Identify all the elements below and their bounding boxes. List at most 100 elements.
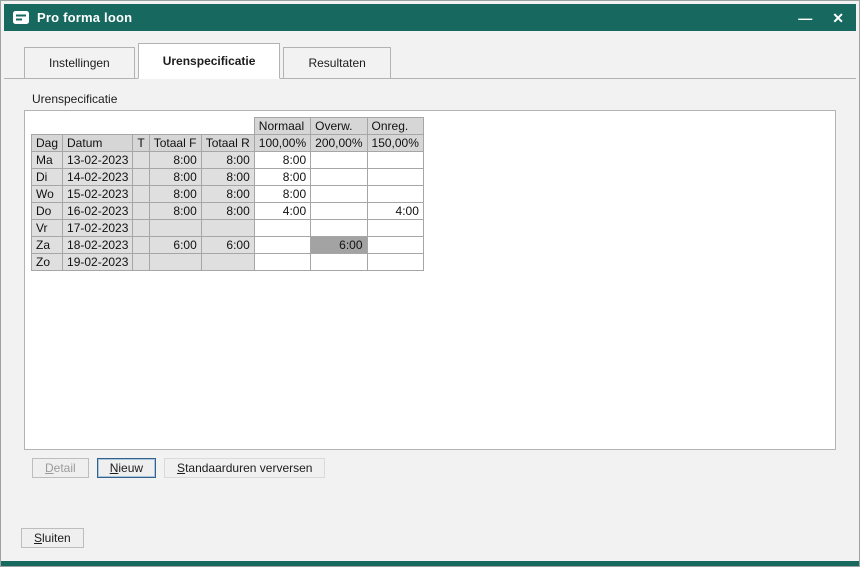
cell-totaal-r — [201, 220, 254, 237]
urenspecificatie-groupbox: Normaal Overw. Onreg. Dag Datum T Totaal… — [24, 110, 836, 450]
cell-dag: Za — [32, 237, 63, 254]
cell-totaal-r: 8:00 — [201, 152, 254, 169]
dialog-body: Instellingen Urenspecificatie Resultaten… — [1, 31, 859, 561]
cell-dag: Ma — [32, 152, 63, 169]
cell-onreg[interactable] — [367, 254, 423, 271]
window-title: Pro forma loon — [37, 10, 132, 25]
standaarduren-verversen-button[interactable]: Standaarduren verversen — [164, 458, 325, 478]
column-header-totaal-f: Totaal F — [149, 135, 201, 152]
cell-normaal[interactable]: 8:00 — [254, 186, 310, 203]
cell-overw[interactable] — [311, 169, 367, 186]
dialog-footer: Sluiten — [4, 528, 856, 561]
cell-t — [133, 203, 149, 220]
window-bottom-border — [1, 561, 859, 566]
cell-totaal-r: 8:00 — [201, 203, 254, 220]
cell-totaal-f: 6:00 — [149, 237, 201, 254]
cell-normaal[interactable] — [254, 237, 310, 254]
cell-totaal-f — [149, 254, 201, 271]
cell-totaal-f: 8:00 — [149, 186, 201, 203]
cell-dag: Do — [32, 203, 63, 220]
cell-totaal-f — [149, 220, 201, 237]
pro-forma-loon-window: Pro forma loon — ✕ Instellingen Urenspec… — [0, 0, 860, 567]
cell-dag: Zo — [32, 254, 63, 271]
table-row[interactable]: Vr 17-02-2023 — [32, 220, 424, 237]
tab-instellingen[interactable]: Instellingen — [24, 47, 135, 78]
cell-overw[interactable] — [311, 152, 367, 169]
cell-normaal[interactable]: 4:00 — [254, 203, 310, 220]
cell-onreg[interactable] — [367, 169, 423, 186]
cell-overw[interactable] — [311, 186, 367, 203]
cell-totaal-r: 8:00 — [201, 169, 254, 186]
cell-totaal-f: 8:00 — [149, 152, 201, 169]
cell-datum: 15-02-2023 — [63, 186, 133, 203]
table-row[interactable]: Zo 19-02-2023 — [32, 254, 424, 271]
column-header-datum: Datum — [63, 135, 133, 152]
detail-button[interactable]: Detail — [32, 458, 89, 478]
column-header-totaal-r: Totaal R — [201, 135, 254, 152]
cell-totaal-r: 8:00 — [201, 186, 254, 203]
cell-overw[interactable] — [311, 220, 367, 237]
table-row[interactable]: Ma 13-02-2023 8:00 8:00 8:00 — [32, 152, 424, 169]
cell-normaal[interactable]: 8:00 — [254, 169, 310, 186]
table-row[interactable]: Za 18-02-2023 6:00 6:00 6:00 — [32, 237, 424, 254]
table-row[interactable]: Do 16-02-2023 8:00 8:00 4:00 4:00 — [32, 203, 424, 220]
cell-t — [133, 254, 149, 271]
close-button[interactable]: ✕ — [832, 11, 844, 25]
cell-normaal[interactable] — [254, 220, 310, 237]
cell-t — [133, 237, 149, 254]
header-row: Dag Datum T Totaal F Totaal R 100,00% 20… — [32, 135, 424, 152]
column-header-200pct: 200,00% — [311, 135, 367, 152]
sluiten-button[interactable]: Sluiten — [21, 528, 84, 548]
cell-t — [133, 186, 149, 203]
cell-datum: 19-02-2023 — [63, 254, 133, 271]
cell-overw[interactable] — [311, 254, 367, 271]
table-row[interactable]: Wo 15-02-2023 8:00 8:00 8:00 — [32, 186, 424, 203]
cell-onreg[interactable]: 4:00 — [367, 203, 423, 220]
cell-totaal-r: 6:00 — [201, 237, 254, 254]
cell-totaal-r — [201, 254, 254, 271]
cell-normaal[interactable]: 8:00 — [254, 152, 310, 169]
cell-overw[interactable] — [311, 203, 367, 220]
column-group-overw: Overw. — [311, 118, 367, 135]
cell-onreg[interactable] — [367, 237, 423, 254]
table-row[interactable]: Di 14-02-2023 8:00 8:00 8:00 — [32, 169, 424, 186]
cell-datum: 17-02-2023 — [63, 220, 133, 237]
standaarduren-button-label: Standaarduren verversen — [177, 461, 312, 475]
tab-urenspecificatie[interactable]: Urenspecificatie — [138, 43, 281, 79]
table-button-row: Detail Nieuw Standaarduren verversen — [32, 458, 856, 478]
nieuw-button-label: Nieuw — [110, 461, 143, 475]
cell-t — [133, 220, 149, 237]
cell-datum: 16-02-2023 — [63, 203, 133, 220]
cell-onreg[interactable] — [367, 220, 423, 237]
column-header-t: T — [133, 135, 149, 152]
cell-datum: 14-02-2023 — [63, 169, 133, 186]
window-controls: — ✕ — [798, 11, 844, 25]
column-header-150pct: 150,00% — [367, 135, 423, 152]
cell-t — [133, 169, 149, 186]
column-group-normaal: Normaal — [254, 118, 310, 135]
cell-datum: 18-02-2023 — [63, 237, 133, 254]
cell-overw-selected[interactable]: 6:00 — [311, 237, 367, 254]
nieuw-button[interactable]: Nieuw — [97, 458, 156, 478]
minimize-button[interactable]: — — [798, 11, 812, 25]
group-header-row: Normaal Overw. Onreg. — [32, 118, 424, 135]
sluiten-button-label: Sluiten — [34, 531, 71, 545]
cell-onreg[interactable] — [367, 186, 423, 203]
tab-resultaten[interactable]: Resultaten — [283, 47, 390, 78]
cell-datum: 13-02-2023 — [63, 152, 133, 169]
cell-onreg[interactable] — [367, 152, 423, 169]
cell-dag: Vr — [32, 220, 63, 237]
column-header-100pct: 100,00% — [254, 135, 310, 152]
cell-t — [133, 152, 149, 169]
column-header-dag: Dag — [32, 135, 63, 152]
column-group-onreg: Onreg. — [367, 118, 423, 135]
uren-table: Normaal Overw. Onreg. Dag Datum T Totaal… — [31, 117, 424, 271]
group-header-spacer — [32, 118, 255, 135]
cell-dag: Di — [32, 169, 63, 186]
titlebar[interactable]: Pro forma loon — ✕ — [4, 4, 856, 31]
cell-dag: Wo — [32, 186, 63, 203]
cell-normaal[interactable] — [254, 254, 310, 271]
cell-totaal-f: 8:00 — [149, 169, 201, 186]
app-icon — [13, 11, 29, 24]
tabstrip: Instellingen Urenspecificatie Resultaten — [4, 31, 856, 79]
